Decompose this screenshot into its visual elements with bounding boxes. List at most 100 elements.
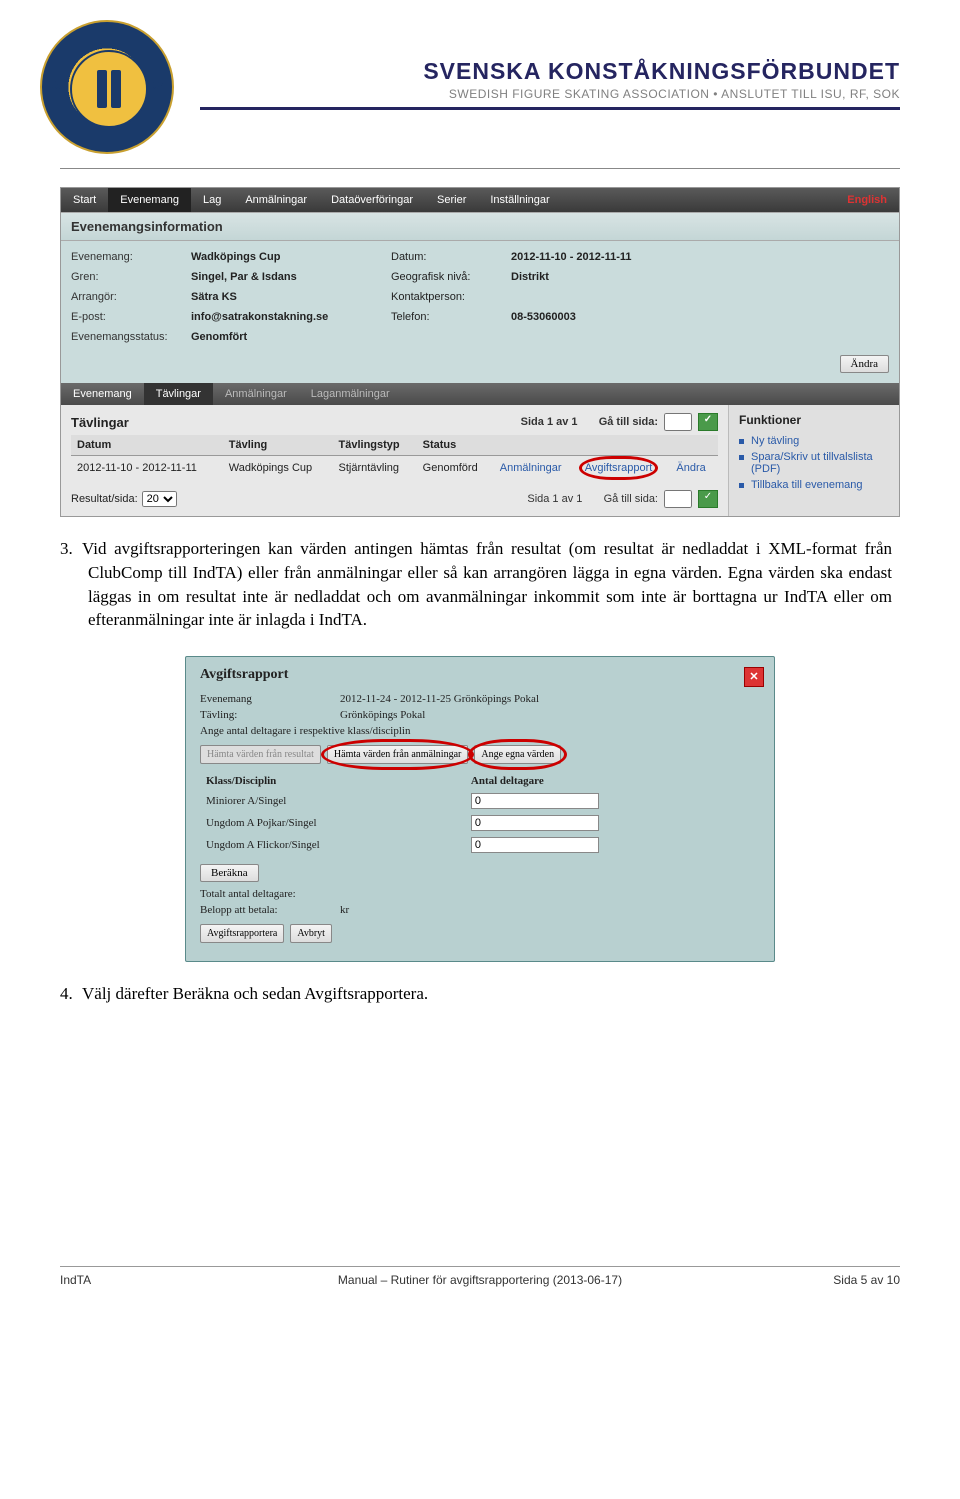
func-new-comp[interactable]: Ny tävling	[739, 433, 889, 449]
nav-start[interactable]: Start	[61, 188, 108, 212]
change-button[interactable]: Ändra	[840, 355, 890, 373]
footer-center: Manual – Rutiner för avgiftsrapportering…	[260, 1273, 700, 1287]
dialog-instruction: Ange antal deltagare i respektive klass/…	[200, 725, 410, 737]
functions-heading: Funktioner	[739, 413, 889, 427]
col-tavling: Tävling	[223, 435, 333, 456]
info-label2: Geografisk nivå:	[391, 271, 511, 283]
count-input[interactable]	[471, 815, 599, 831]
page-footer: IndTA Manual – Rutiner för avgiftsrappor…	[60, 1266, 900, 1287]
org-subtitle: SWEDISH FIGURE SKATING ASSOCIATION • ANS…	[449, 87, 900, 101]
close-icon[interactable]: ✕	[744, 667, 764, 687]
table-row: 2012-11-10 - 2012-11-11 Wadköpings Cup S…	[71, 456, 718, 481]
goto-page-button[interactable]: ✓	[698, 413, 718, 431]
info-value: Singel, Par & Isdans	[191, 271, 391, 283]
cell-name: Wadköpings Cup	[223, 456, 333, 481]
ev-value: 2012-11-24 - 2012-11-25 Grönköpings Poka…	[340, 693, 539, 705]
nav-lag[interactable]: Lag	[191, 188, 233, 212]
footer-left: IndTA	[60, 1273, 260, 1287]
count-input[interactable]	[471, 837, 599, 853]
screenshot-event-panel: Start Evenemang Lag Anmälningar Dataöver…	[60, 187, 900, 517]
subtab-laganmalningar[interactable]: Laganmälningar	[299, 383, 402, 405]
info-value: Wadköpings Cup	[191, 251, 391, 263]
page-indicator: Sida 1 av 1	[521, 416, 578, 428]
page-header: 19 04 SVENSKA KONSTÅKNINGSFÖRBUNDET SWED…	[60, 40, 900, 160]
info-label2: Datum:	[391, 251, 511, 263]
info-value: Sätra KS	[191, 291, 391, 303]
submit-fee-report-button[interactable]: Avgiftsrapportera	[200, 924, 284, 943]
logo-year-left: 19	[48, 78, 61, 92]
btn-from-registrations[interactable]: Hämta värden från anmälningar	[327, 745, 468, 764]
link-andra[interactable]: Ändra	[676, 462, 705, 474]
class-cell: Ungdom A Pojkar/Singel	[200, 812, 465, 834]
competitions-table: Datum Tävling Tävlingstyp Status 2012-11…	[71, 435, 718, 480]
info-label2	[391, 331, 511, 343]
para3-text: Vid avgiftsrapporteringen kan värden ant…	[82, 539, 892, 629]
func-save-pdf[interactable]: Spara/Skriv ut tillvalslista (PDF)	[739, 449, 889, 477]
info-value2: 2012-11-10 - 2012-11-11	[511, 251, 889, 263]
info-label: Gren:	[71, 271, 191, 283]
subtab-tavlingar[interactable]: Tävlingar	[144, 383, 213, 405]
btn-own-values[interactable]: Ange egna värden	[474, 745, 561, 764]
info-value2: Distrikt	[511, 271, 889, 283]
goto-page-button-bottom[interactable]: ✓	[698, 490, 718, 508]
footer-right: Sida 5 av 10	[700, 1273, 900, 1287]
info-label: Evenemang:	[71, 251, 191, 263]
section-title: Evenemangsinformation	[61, 212, 899, 241]
col-klass: Klass/Disciplin	[200, 772, 465, 790]
subtab-evenemang[interactable]: Evenemang	[61, 383, 144, 405]
goto-page-input-bottom[interactable]	[664, 490, 692, 508]
cancel-button[interactable]: Avbryt	[290, 924, 332, 943]
nav-installningar[interactable]: Inställningar	[478, 188, 561, 212]
paragraph-4: 4.Välj därefter Beräkna och sedan Avgift…	[88, 982, 892, 1006]
federation-logo: 19 04	[40, 20, 180, 160]
nav-evenemang[interactable]: Evenemang	[108, 188, 191, 212]
paragraph-3: 3.Vid avgiftsrapporteringen kan värden a…	[88, 537, 892, 632]
link-anmalningar[interactable]: Anmälningar	[500, 462, 562, 474]
subtab-anmalningar[interactable]: Anmälningar	[213, 383, 299, 405]
class-cell: Miniorer A/Singel	[200, 790, 465, 812]
cell-date: 2012-11-10 - 2012-11-11	[71, 456, 223, 481]
tv-value: Grönköpings Pokal	[340, 709, 425, 721]
para3-num: 3.	[60, 537, 82, 561]
goto-label-bottom: Gå till sida:	[604, 493, 658, 505]
goto-page-input[interactable]	[664, 413, 692, 431]
col-status: Status	[417, 435, 494, 456]
para4-num: 4.	[60, 982, 82, 1006]
btn-from-results[interactable]: Hämta värden från resultat	[200, 745, 321, 764]
nav-dataoverforingar[interactable]: Dataöverföringar	[319, 188, 425, 212]
cell-status: Genomförd	[417, 456, 494, 481]
sub-tabs: Evenemang Tävlingar Anmälningar Laganmäl…	[61, 383, 899, 405]
goto-label: Gå till sida:	[599, 416, 658, 428]
col-datum: Datum	[71, 435, 223, 456]
info-label: Arrangör:	[71, 291, 191, 303]
page-indicator-bottom: Sida 1 av 1	[527, 493, 582, 505]
info-label: E-post:	[71, 311, 191, 323]
info-value2: 08-53060003	[511, 311, 889, 323]
nav-english[interactable]: English	[835, 188, 899, 212]
main-navbar: Start Evenemang Lag Anmälningar Dataöver…	[61, 188, 899, 212]
amount-label: Belopp att betala:	[200, 904, 340, 916]
header-rule-thin	[60, 168, 900, 169]
calculate-button[interactable]: Beräkna	[200, 864, 259, 882]
nav-serier[interactable]: Serier	[425, 188, 478, 212]
dialog-title: Avgiftsrapport	[200, 667, 760, 683]
col-antal: Antal deltagare	[465, 772, 760, 790]
nav-anmalningar[interactable]: Anmälningar	[233, 188, 319, 212]
para4-text: Välj därefter Beräkna och sedan Avgiftsr…	[82, 984, 428, 1003]
amount-unit: kr	[340, 904, 349, 916]
results-per-page-label: Resultat/sida:	[71, 493, 138, 505]
class-cell: Ungdom A Flickor/Singel	[200, 834, 465, 856]
total-label: Totalt antal deltagare:	[200, 888, 340, 900]
func-back[interactable]: Tillbaka till evenemang	[739, 477, 889, 493]
tavlingar-heading: Tävlingar	[71, 415, 129, 430]
info-value: info@satrakonstakning.se	[191, 311, 391, 323]
link-avgiftsrapport[interactable]: Avgiftsrapport	[585, 462, 653, 474]
logo-year-right: 04	[153, 78, 166, 92]
results-per-page-select[interactable]: 20	[142, 491, 177, 507]
cell-type: Stjärntävling	[333, 456, 417, 481]
info-value2	[511, 331, 889, 343]
participant-table: Klass/DisciplinAntal deltagare Miniorer …	[200, 772, 760, 856]
count-input[interactable]	[471, 793, 599, 809]
tv-label: Tävling:	[200, 709, 340, 721]
header-rule	[200, 107, 900, 110]
